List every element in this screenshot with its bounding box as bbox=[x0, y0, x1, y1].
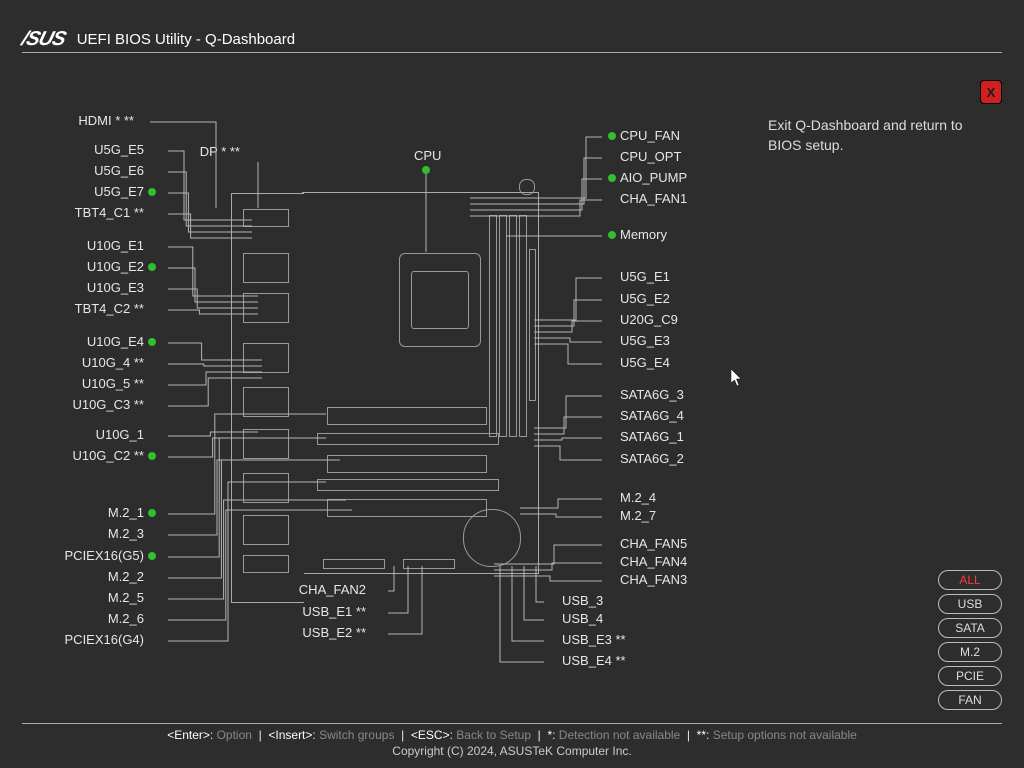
footer-copyright: Copyright (C) 2024, ASUSTeK Computer Inc… bbox=[22, 744, 1002, 758]
label-aio-pump[interactable]: AIO_PUMP bbox=[604, 170, 687, 185]
exit-description: Exit Q-Dashboard and return to BIOS setu… bbox=[768, 116, 988, 155]
label-hdmi[interactable]: HDMI * ** bbox=[20, 113, 150, 128]
label-u5g-e2[interactable]: U5G_E2 bbox=[604, 291, 670, 306]
label-m-2-4[interactable]: M.2_4 bbox=[604, 490, 656, 505]
label-memory[interactable]: Memory bbox=[604, 227, 667, 242]
label-cha-fan4[interactable]: CHA_FAN4 bbox=[604, 554, 687, 569]
label-usb-e4-[interactable]: USB_E4 ** bbox=[546, 653, 626, 668]
label-u10g-e2[interactable]: U10G_E2 bbox=[20, 259, 160, 274]
label-cpu-fan[interactable]: CPU_FAN bbox=[604, 128, 680, 143]
label-u5g-e4[interactable]: U5G_E4 bbox=[604, 355, 670, 370]
label-sata6g-3[interactable]: SATA6G_3 bbox=[604, 387, 684, 402]
label-u5g-e5[interactable]: U5G_E5 bbox=[20, 142, 160, 157]
label-sata6g-2[interactable]: SATA6G_2 bbox=[604, 451, 684, 466]
close-button[interactable]: X bbox=[980, 80, 1002, 104]
label-m-2-3[interactable]: M.2_3 bbox=[20, 526, 160, 541]
label-usb-4[interactable]: USB_4 bbox=[546, 611, 603, 626]
label-m-2-6[interactable]: M.2_6 bbox=[20, 611, 160, 626]
filter-sata[interactable]: SATA bbox=[938, 618, 1002, 638]
label-m-2-1[interactable]: M.2_1 bbox=[20, 505, 160, 520]
label-cha-fan1[interactable]: CHA_FAN1 bbox=[604, 191, 687, 206]
footer-hotkeys: <Enter>: Option | <Insert>: Switch group… bbox=[22, 723, 1002, 742]
label-cpu-opt[interactable]: CPU_OPT bbox=[604, 149, 681, 164]
label-m-2-5[interactable]: M.2_5 bbox=[20, 590, 160, 605]
filter-m2[interactable]: M.2 bbox=[938, 642, 1002, 662]
motherboard-outline bbox=[302, 192, 539, 574]
label-cha-fan2[interactable]: CHA_FAN2 bbox=[260, 582, 382, 597]
label-usb-e1-[interactable]: USB_E1 ** bbox=[260, 604, 382, 619]
label-u20g-c9[interactable]: U20G_C9 bbox=[604, 312, 678, 327]
footer: <Enter>: Option | <Insert>: Switch group… bbox=[22, 723, 1002, 758]
label-sata6g-4[interactable]: SATA6G_4 bbox=[604, 408, 684, 423]
label-u10g-e4[interactable]: U10G_E4 bbox=[20, 334, 160, 349]
label-u5g-e3[interactable]: U5G_E3 bbox=[604, 333, 670, 348]
header-bar: /SUS UEFI BIOS Utility - Q-Dashboard bbox=[22, 26, 1002, 53]
label-m-2-7[interactable]: M.2_7 bbox=[604, 508, 656, 523]
filter-usb[interactable]: USB bbox=[938, 594, 1002, 614]
filter-fan[interactable]: FAN bbox=[938, 690, 1002, 710]
label-u5g-e7[interactable]: U5G_E7 bbox=[20, 184, 160, 199]
label-pciex16-g4-[interactable]: PCIEX16(G4) bbox=[20, 632, 160, 647]
label-u10g-e1[interactable]: U10G_E1 bbox=[20, 238, 160, 253]
label-m-2-2[interactable]: M.2_2 bbox=[20, 569, 160, 584]
label-u5g-e6[interactable]: U5G_E6 bbox=[20, 163, 160, 178]
label-tbt4-c1-[interactable]: TBT4_C1 ** bbox=[20, 205, 160, 220]
label-u10g-c2-[interactable]: U10G_C2 ** bbox=[20, 448, 160, 463]
label-sata6g-1[interactable]: SATA6G_1 bbox=[604, 429, 684, 444]
label-dp[interactable]: DP * ** bbox=[180, 144, 256, 159]
label-usb-e2-[interactable]: USB_E2 ** bbox=[260, 625, 382, 640]
label-usb-e3-[interactable]: USB_E3 ** bbox=[546, 632, 626, 647]
label-cha-fan3[interactable]: CHA_FAN3 bbox=[604, 572, 687, 587]
label-u10g-1[interactable]: U10G_1 bbox=[20, 427, 160, 442]
label-u10g-4-[interactable]: U10G_4 ** bbox=[20, 355, 160, 370]
label-pciex16-g5-[interactable]: PCIEX16(G5) bbox=[20, 548, 160, 563]
filter-pcie[interactable]: PCIE bbox=[938, 666, 1002, 686]
label-u10g-c3-[interactable]: U10G_C3 ** bbox=[20, 397, 160, 412]
page-title: UEFI BIOS Utility - Q-Dashboard bbox=[77, 31, 295, 48]
label-usb-3[interactable]: USB_3 bbox=[546, 593, 603, 608]
label-cha-fan5[interactable]: CHA_FAN5 bbox=[604, 536, 687, 551]
label-u10g-5-[interactable]: U10G_5 ** bbox=[20, 376, 160, 391]
label-cpu[interactable]: CPU bbox=[414, 148, 441, 163]
mouse-cursor-icon bbox=[731, 369, 743, 387]
label-tbt4-c2-[interactable]: TBT4_C2 ** bbox=[20, 301, 160, 316]
filter-panel: ALL USB SATA M.2 PCIE FAN bbox=[938, 570, 1002, 710]
label-u10g-e3[interactable]: U10G_E3 bbox=[20, 280, 160, 295]
label-u5g-e1[interactable]: U5G_E1 bbox=[604, 269, 670, 284]
filter-all[interactable]: ALL bbox=[938, 570, 1002, 590]
asus-logo: /SUS bbox=[19, 28, 68, 51]
